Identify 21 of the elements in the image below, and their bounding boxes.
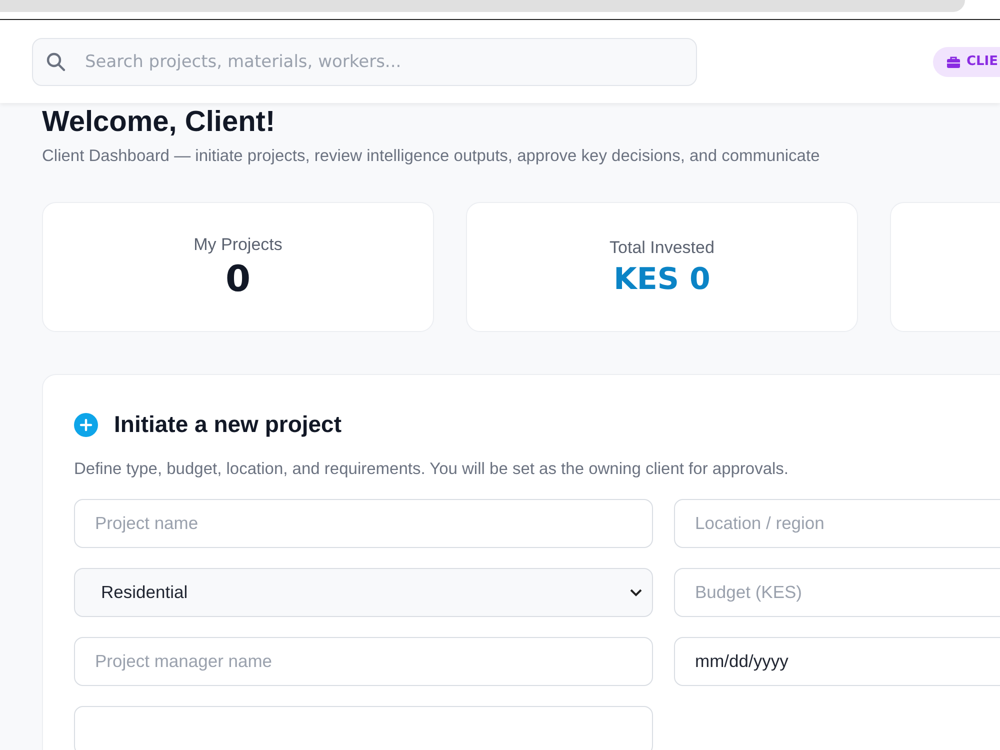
briefcase-icon xyxy=(947,56,960,68)
page-subtitle: Client Dashboard — initiate projects, review intelligence outputs, approve key decisions, and communicate xyxy=(42,147,821,166)
type-dropdown[interactable]: Residential xyxy=(74,568,653,617)
role-label: CLIE xyxy=(966,54,998,69)
text-field[interactable] xyxy=(74,706,653,750)
stat-label: My Projects xyxy=(194,234,282,254)
search-icon xyxy=(46,52,66,72)
text-field[interactable]: Budget (KES) xyxy=(674,568,1000,617)
date-field[interactable]: mm/dd/yyyy xyxy=(674,637,1000,686)
page-title: Welcome, Client! xyxy=(42,105,276,139)
text-field[interactable]: Project manager name xyxy=(74,637,653,686)
stat-label: Total Invested xyxy=(610,238,714,258)
stat-value: KES 0 xyxy=(614,262,710,296)
chevron-icon xyxy=(630,588,642,596)
plus-icon xyxy=(74,412,98,436)
text-field[interactable]: Location / region xyxy=(674,499,1000,548)
section-description: Define type, budget, location, and requirements. You will be set as the owning client for approvals. xyxy=(74,460,790,479)
search-field[interactable]: Search projects, materials, workers... xyxy=(32,38,697,86)
stat-value: 0 xyxy=(225,258,251,300)
section-title: Initiate a new project xyxy=(114,411,342,438)
text-field[interactable]: Project name xyxy=(74,499,653,548)
